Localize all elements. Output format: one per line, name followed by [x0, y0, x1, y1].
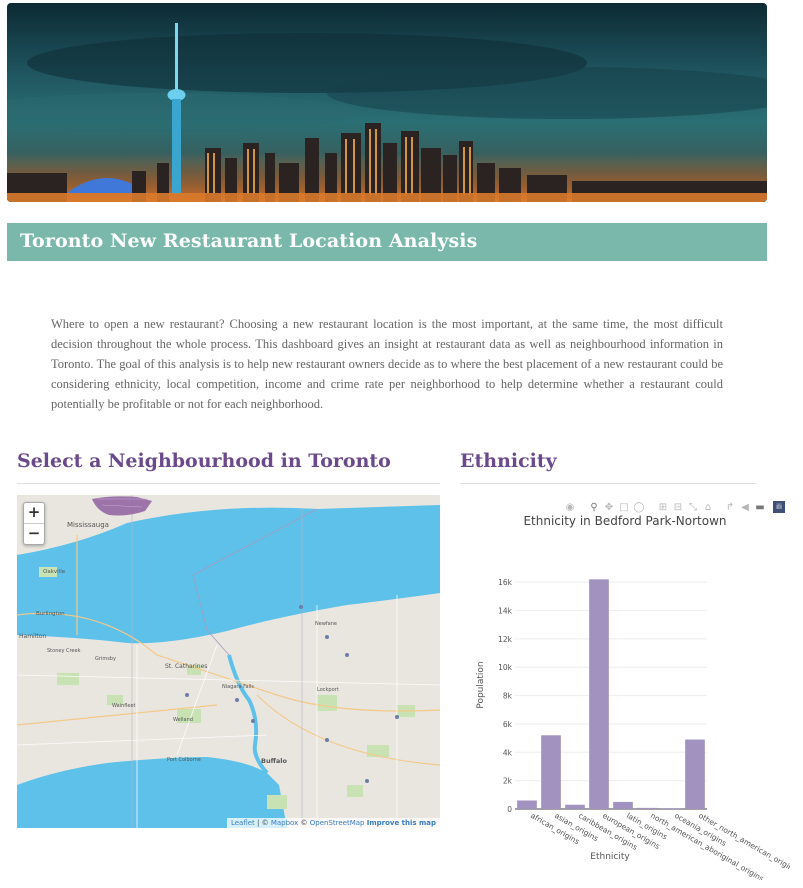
- y-tick-label: 14k: [498, 607, 513, 616]
- improve-map-link[interactable]: Improve this map: [367, 819, 436, 827]
- label-newfane: Newfane: [315, 621, 337, 627]
- label-buffalo: Buffalo: [261, 757, 287, 765]
- hero-banner-image: [7, 3, 767, 202]
- y-tick-label: 8k: [503, 692, 513, 701]
- label-niagara-falls: Niagara Falls: [222, 684, 254, 690]
- openstreetmap-link[interactable]: OpenStreetMap: [310, 819, 365, 827]
- bar-oceania_origins[interactable]: [661, 808, 681, 809]
- bar-latin_origins[interactable]: [613, 801, 633, 809]
- label-oakville: Oakville: [43, 569, 66, 575]
- ethnicity-section-heading: Ethnicity: [460, 450, 557, 472]
- y-tick-label: 0: [507, 805, 512, 814]
- attribution-separator: | ©: [254, 819, 271, 827]
- attribution-separator: ©: [298, 819, 310, 827]
- chart-bars[interactable]: [517, 579, 705, 809]
- modebar-spacer: [578, 500, 586, 514]
- y-tick-label: 4k: [503, 748, 513, 757]
- pan-icon[interactable]: ✥: [602, 500, 616, 514]
- label-mississauga: Mississauga: [67, 521, 109, 529]
- chart-title: Ethnicity in Bedford Park-Nortown: [523, 514, 727, 528]
- bar-caribbean_origins[interactable]: [565, 804, 585, 809]
- bar-other_north_american_origins[interactable]: [685, 739, 705, 809]
- bar-asian_origins[interactable]: [541, 735, 561, 809]
- map-section-divider: [17, 483, 440, 484]
- page-title: Toronto New Restaurant Location Analysis: [20, 230, 478, 252]
- map-tiles: Mississauga Oakville Burlington Hamilton…: [17, 495, 440, 828]
- y-tick-label: 12k: [498, 635, 513, 644]
- page-title-bar: Toronto New Restaurant Location Analysis: [7, 223, 767, 261]
- zoom-in-icon[interactable]: ⊞: [656, 500, 670, 514]
- label-welland: Welland: [173, 717, 193, 723]
- map-zoom-control: + −: [23, 502, 45, 545]
- camera-icon[interactable]: ◉: [563, 500, 577, 514]
- home-icon[interactable]: ⌂: [701, 500, 715, 514]
- y-tick-label: 2k: [503, 777, 513, 786]
- chart-x-axis-label: Ethnicity: [590, 852, 630, 862]
- chart-y-ticks: 0 2k 4k 6k 8k 10k 12k 14k 16k: [498, 578, 513, 814]
- modebar-spacer: [716, 500, 722, 514]
- ethnicity-bar-chart: 0 2k 4k 6k 8k 10k 12k 14k 16k african_originsasi…: [476, 578, 790, 880]
- label-lockport: Lockport: [317, 687, 339, 693]
- label-hamilton: Hamilton: [19, 633, 46, 640]
- intro-paragraph: Where to open a new restaurant? Choosing…: [51, 317, 723, 411]
- chart-x-ticks: african_originsasian_originscaribbean_or…: [529, 811, 790, 880]
- label-stoney-creek: Stoney Creek: [47, 648, 81, 654]
- label-grimsby: Grimsby: [95, 656, 116, 662]
- neighbourhood-map[interactable]: Mississauga Oakville Burlington Hamilton…: [17, 495, 440, 828]
- hover-compare-icon[interactable]: ▬: [753, 500, 767, 514]
- label-wainfleet: Wainfleet: [112, 703, 136, 709]
- bar-north_american_aboriginal_origins[interactable]: [637, 807, 657, 809]
- label-port-colborne: Port Colborne: [167, 757, 201, 763]
- map-section-heading: Select a Neighbourhood in Toronto: [17, 450, 391, 472]
- zoom-icon[interactable]: ⚲: [587, 500, 601, 514]
- modebar-spacer: [647, 500, 655, 514]
- map-zoom-out-button[interactable]: −: [24, 523, 44, 544]
- chart-y-axis-label: Population: [476, 661, 486, 708]
- leaflet-link[interactable]: Leaflet: [231, 819, 255, 827]
- y-tick-label: 10k: [498, 663, 513, 672]
- map-zoom-in-button[interactable]: +: [24, 503, 44, 523]
- label-burlington: Burlington: [36, 611, 65, 617]
- autoscale-icon[interactable]: ⤡: [686, 500, 700, 514]
- plotly-logo-icon[interactable]: ili: [773, 501, 785, 513]
- bar-african_origins[interactable]: [517, 800, 537, 809]
- map-attribution: Leaflet | © Mapbox © OpenStreetMap Impro…: [226, 818, 440, 828]
- mapbox-link[interactable]: Mapbox: [271, 819, 298, 827]
- lasso-icon[interactable]: ◯: [632, 500, 646, 514]
- ethnicity-section-divider: [460, 483, 757, 484]
- hover-closest-icon[interactable]: ◀: [738, 500, 752, 514]
- bar-european_origins[interactable]: [589, 579, 609, 809]
- box-select-icon[interactable]: □: [617, 500, 631, 514]
- chart-modebar: ◉ ⚲ ✥ □ ◯ ⊞ ⊟ ⤡ ⌂ ↱ ◀ ▬ ili: [563, 500, 785, 514]
- zoom-out-icon[interactable]: ⊟: [671, 500, 685, 514]
- y-tick-label: 16k: [498, 578, 513, 587]
- spike-icon[interactable]: ↱: [723, 500, 737, 514]
- label-st-catharines: St. Catharines: [165, 663, 207, 670]
- y-tick-label: 6k: [503, 720, 513, 729]
